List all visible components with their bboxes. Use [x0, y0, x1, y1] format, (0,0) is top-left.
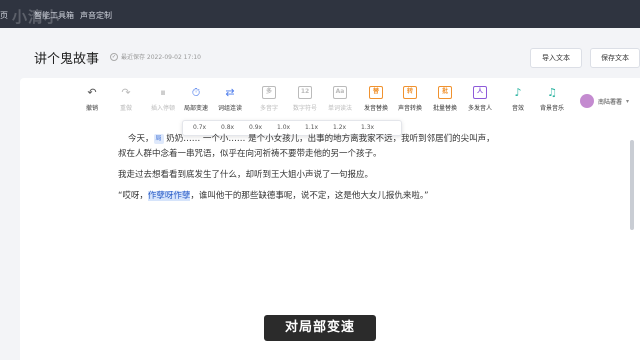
background-music-button[interactable]: ♫ 背景音乐 [535, 86, 569, 112]
text-span: 今天， [128, 134, 154, 144]
tool-label: 局部变速 [183, 105, 208, 112]
speed-tag[interactable]: 局 [153, 134, 164, 144]
user-name: 南陆署署 [598, 98, 623, 106]
speed-option[interactable]: 1.1x [305, 124, 318, 131]
link-icon: ⇄ [225, 86, 235, 99]
paragraph: 今天，局 奶奶…… 一个小…… 是个小女孩儿，出事的地方离我家不远，我听到邻居们… [128, 133, 495, 146]
bgm-icon: ♫ [547, 86, 557, 99]
number-icon: 12 [298, 86, 312, 99]
scrollbar[interactable] [630, 140, 634, 230]
import-text-button[interactable]: 导入文本 [530, 48, 582, 68]
paragraph: “哎呀，作孽呀作孽，谁叫他干的那些缺德事呢，说不定，这是他大女儿报仇来啦。” [118, 190, 429, 203]
chevron-down-icon: ▾ [626, 97, 630, 105]
local-speed-button[interactable]: ⏱ 局部变速 [179, 86, 213, 112]
sound-effect-button[interactable]: ♪ 音效 [501, 86, 535, 112]
tool-label: 重做 [119, 105, 132, 112]
word-icon: Aa [333, 86, 347, 99]
speed-icon: ⏱ [191, 86, 201, 99]
word-reading-button[interactable]: Aa 单词读法 [323, 86, 357, 112]
save-status-text: 最近保存 2022-09-02 17:10 [121, 54, 201, 61]
top-nav-bar: 小清小 首页 智能工具箱 声音定制 [0, 0, 640, 28]
avatar [580, 94, 594, 108]
sound-effect-icon: ♪ [514, 86, 522, 99]
tool-label: 数字符号 [292, 105, 317, 112]
tool-label: 插入停顿 [150, 105, 175, 112]
save-text-button[interactable]: 保存文本 [590, 48, 640, 68]
number-symbol-button[interactable]: 12 数字符号 [288, 86, 322, 112]
nav-item-smart-toolbox[interactable]: 智能工具箱 [34, 10, 74, 21]
polyphone-icon: 多 [262, 86, 276, 99]
text-span: 奶奶…… 一个小…… 是个小女孩儿，出事的地方离我家不远，我听到邻居们的尖叫声， [163, 134, 495, 144]
document-header: 讲个鬼故事 ✓ 最近保存 2022-09-02 17:10 导入文本 保存文本 [20, 40, 640, 76]
voice-convert-button[interactable]: 转 声音转换 [393, 86, 427, 112]
undo-icon: ↶ [87, 86, 97, 99]
tool-label: 背景音乐 [539, 105, 564, 112]
voice-convert-icon: 转 [403, 86, 417, 99]
speed-option[interactable]: 1.3x [361, 124, 374, 131]
tool-label: 词组连读 [217, 105, 242, 112]
tool-label: 多音字 [259, 105, 278, 112]
user-menu[interactable]: 南陆署署 ▾ [580, 94, 629, 108]
speed-option[interactable]: 0.7x [193, 124, 206, 131]
speed-option[interactable]: 1.2x [333, 124, 346, 131]
speed-option[interactable]: 0.9x [249, 124, 262, 131]
batch-replace-button[interactable]: 批 批量替换 [428, 86, 462, 112]
speed-option[interactable]: 0.8x [221, 124, 234, 131]
tool-label: 批量替换 [432, 105, 457, 112]
tool-label: 发音替换 [363, 105, 388, 112]
redo-icon: ↷ [121, 86, 131, 99]
tool-label: 多发音人 [467, 105, 492, 112]
undo-button[interactable]: ↶ 撤销 [75, 86, 109, 112]
redo-button[interactable]: ↷ 重做 [109, 86, 143, 112]
multi-speaker-button[interactable]: 人 多发音人 [463, 86, 497, 112]
phrase-link-button[interactable]: ⇄ 词组连读 [213, 86, 247, 112]
tool-label: 声音转换 [397, 105, 422, 112]
nav-item-voice-custom[interactable]: 声音定制 [80, 10, 112, 21]
paragraph: 叔在人群中念着一串咒语，似乎在向河祈祷不要带走他的另一个孩子。 [118, 149, 382, 159]
tool-label: 撤销 [85, 105, 98, 112]
paragraph: 我走过去想看看到底发生了什么，却听到王大姐小声说了一句报应。 [118, 170, 374, 180]
selected-text[interactable]: 作孽呀作孽 [147, 191, 191, 201]
video-subtitle: 对局部变速 [264, 315, 376, 341]
tool-label: 音效 [511, 105, 524, 112]
check-icon: ✓ [110, 52, 118, 61]
pause-icon: ⏸ [160, 86, 166, 99]
insert-pause-button[interactable]: ⏸ 插入停顿 [146, 86, 180, 112]
nav-item-home[interactable]: 首页 [0, 10, 8, 21]
toolbar: ↶ 撤销 ↷ 重做 ⏸ 插入停顿 ⏱ 局部变速 ⇄ 词组连读 多 多音字 12 … [20, 86, 640, 120]
replace-icon: 替 [369, 86, 383, 99]
text-span: “哎呀， [118, 191, 148, 201]
tool-label: 单词读法 [327, 105, 352, 112]
text-span: ，谁叫他干的那些缺德事呢，说不定，这是他大女儿报仇来啦。” [190, 191, 429, 201]
polyphone-button[interactable]: 多 多音字 [252, 86, 286, 112]
document-title[interactable]: 讲个鬼故事 [34, 48, 99, 67]
pronunciation-replace-button[interactable]: 替 发音替换 [359, 86, 393, 112]
multi-speaker-icon: 人 [473, 86, 487, 99]
save-status: ✓ 最近保存 2022-09-02 17:10 [110, 52, 201, 61]
speed-option[interactable]: 1.0x [277, 124, 290, 131]
batch-replace-icon: 批 [438, 86, 452, 99]
